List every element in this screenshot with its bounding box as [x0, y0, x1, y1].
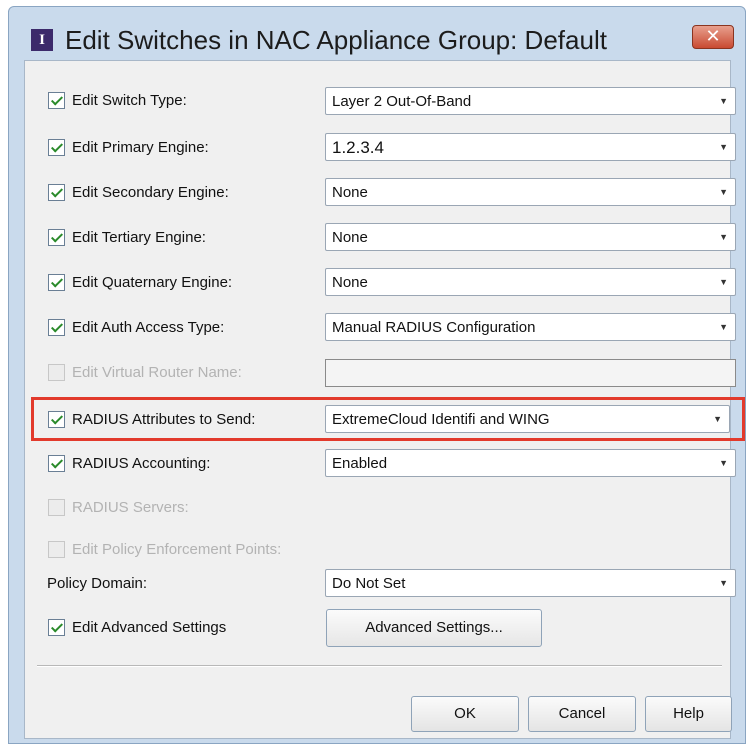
radius-accounting-select[interactable]: Enabled ▼ [325, 449, 736, 477]
switch-type-select[interactable]: Layer 2 Out-Of-Band ▼ [325, 87, 736, 115]
row-secondary-engine: Edit Secondary Engine: None ▼ [25, 174, 736, 210]
cancel-button[interactable]: Cancel [528, 696, 636, 732]
primary-engine-value: 1.2.3.4 [332, 138, 384, 157]
auth-access-type-label: Edit Auth Access Type: [72, 319, 225, 336]
dialog-window: I Edit Switches in NAC Appliance Group: … [8, 6, 746, 744]
radius-attributes-checkbox[interactable] [48, 411, 65, 428]
policy-domain-select[interactable]: Do Not Set ▼ [325, 569, 736, 597]
chevron-down-icon: ▼ [719, 322, 728, 332]
row-advanced-settings: Edit Advanced Settings Advanced Settings… [25, 609, 730, 653]
radius-accounting-checkbox[interactable] [48, 455, 65, 472]
quaternary-engine-label: Edit Quaternary Engine: [72, 274, 233, 291]
policy-domain-label: Policy Domain: [47, 575, 148, 592]
quaternary-engine-select[interactable]: None ▼ [325, 268, 736, 296]
secondary-engine-value: None [332, 184, 368, 201]
radius-attributes-value: ExtremeCloud Identifi and WING [332, 411, 550, 428]
row-radius-servers: RADIUS Servers: [25, 489, 730, 525]
chevron-down-icon: ▼ [719, 142, 728, 152]
secondary-engine-select[interactable]: None ▼ [325, 178, 736, 206]
auth-access-type-checkbox[interactable] [48, 319, 65, 336]
divider-highlight [37, 666, 722, 667]
quaternary-engine-checkbox[interactable] [48, 274, 65, 291]
chevron-down-icon: ▼ [719, 277, 728, 287]
auth-access-type-select[interactable]: Manual RADIUS Configuration ▼ [325, 313, 736, 341]
chevron-down-icon: ▼ [719, 458, 728, 468]
help-button[interactable]: Help [645, 696, 732, 732]
advanced-settings-button[interactable]: Advanced Settings... [326, 609, 542, 647]
radius-accounting-value: Enabled [332, 455, 388, 472]
policy-domain-value: Do Not Set [332, 575, 406, 592]
row-virtual-router: Edit Virtual Router Name: [25, 354, 736, 390]
radius-servers-checkbox[interactable] [48, 499, 65, 516]
virtual-router-input[interactable] [325, 359, 736, 387]
row-switch-type: Edit Switch Type: Layer 2 Out-Of-Band ▼ [25, 83, 736, 119]
advanced-settings-checkbox[interactable] [48, 619, 65, 636]
policy-enforcement-checkbox[interactable] [48, 541, 65, 558]
row-policy-domain: Policy Domain: Do Not Set ▼ [25, 565, 736, 601]
secondary-engine-checkbox[interactable] [48, 184, 65, 201]
chevron-down-icon: ▼ [719, 578, 728, 588]
close-icon: ✕ [705, 26, 721, 46]
app-icon: I [31, 29, 53, 51]
quaternary-engine-value: None [332, 274, 368, 291]
window-title: Edit Switches in NAC Appliance Group: De… [65, 25, 607, 55]
row-tertiary-engine: Edit Tertiary Engine: None ▼ [25, 219, 736, 255]
radius-accounting-label: RADIUS Accounting: [72, 455, 211, 472]
secondary-engine-label: Edit Secondary Engine: [72, 184, 229, 201]
row-quaternary-engine: Edit Quaternary Engine: None ▼ [25, 264, 736, 300]
primary-engine-label: Edit Primary Engine: [72, 139, 209, 156]
radius-attributes-label: RADIUS Attributes to Send: [72, 411, 256, 428]
chevron-down-icon: ▼ [713, 414, 722, 424]
row-auth-access-type: Edit Auth Access Type: Manual RADIUS Con… [25, 309, 736, 345]
virtual-router-checkbox[interactable] [48, 364, 65, 381]
tertiary-engine-value: None [332, 229, 368, 246]
row-policy-enforcement: Edit Policy Enforcement Points: [25, 531, 730, 567]
ok-button[interactable]: OK [411, 696, 519, 732]
switch-type-label: Edit Switch Type: [72, 92, 187, 109]
close-button[interactable]: ✕ [692, 25, 734, 49]
primary-engine-select[interactable]: 1.2.3.4 ▼ [325, 133, 736, 161]
chevron-down-icon: ▼ [719, 96, 728, 106]
dialog-content: Edit Switch Type: Layer 2 Out-Of-Band ▼ … [24, 60, 745, 739]
advanced-settings-label: Edit Advanced Settings [72, 619, 227, 636]
virtual-router-label: Edit Virtual Router Name: [72, 364, 242, 381]
switch-type-checkbox[interactable] [48, 92, 65, 109]
auth-access-type-value: Manual RADIUS Configuration [332, 319, 536, 336]
switch-type-value: Layer 2 Out-Of-Band [332, 93, 472, 110]
policy-enforcement-label: Edit Policy Enforcement Points: [72, 541, 282, 558]
primary-engine-checkbox[interactable] [48, 139, 65, 156]
tertiary-engine-label: Edit Tertiary Engine: [72, 229, 206, 246]
row-primary-engine: Edit Primary Engine: 1.2.3.4 ▼ [25, 129, 736, 165]
tertiary-engine-select[interactable]: None ▼ [325, 223, 736, 251]
tertiary-engine-checkbox[interactable] [48, 229, 65, 246]
chevron-down-icon: ▼ [719, 232, 728, 242]
row-radius-attributes: RADIUS Attributes to Send: ExtremeCloud … [25, 401, 730, 437]
chevron-down-icon: ▼ [719, 187, 728, 197]
radius-attributes-select[interactable]: ExtremeCloud Identifi and WING ▼ [325, 405, 730, 433]
radius-servers-label: RADIUS Servers: [72, 499, 189, 516]
row-radius-accounting: RADIUS Accounting: Enabled ▼ [25, 445, 736, 481]
